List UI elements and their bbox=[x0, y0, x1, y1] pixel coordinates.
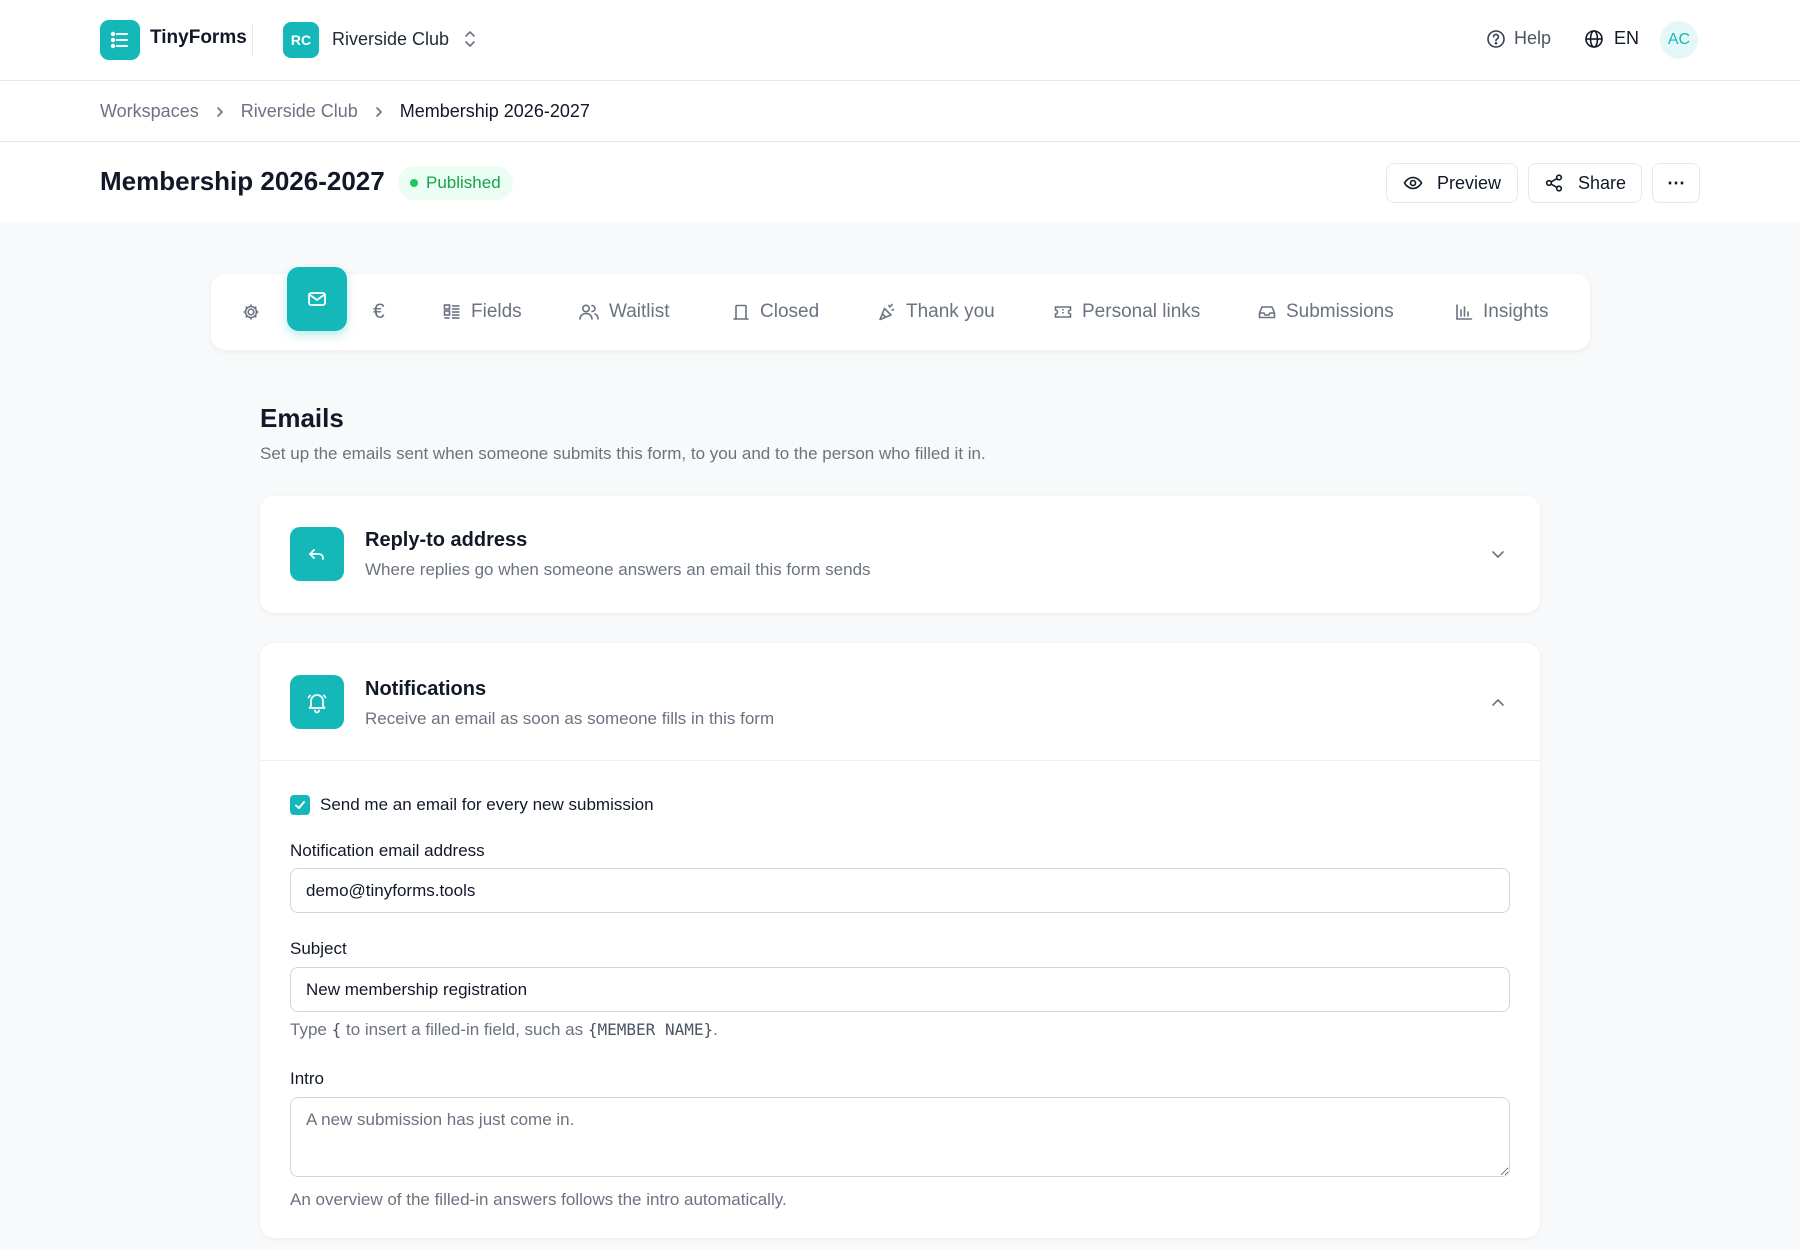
subject-input[interactable]: New membership registration bbox=[290, 967, 1510, 1012]
users-icon bbox=[578, 302, 600, 322]
tab-waitlist[interactable]: Waitlist bbox=[578, 274, 670, 350]
reply-to-card[interactable]: Reply-to address Where replies go when s… bbox=[260, 496, 1540, 613]
brand-name[interactable]: TinyForms bbox=[150, 27, 247, 49]
subject-hint: Type { to insert a filled-in field, such… bbox=[290, 1020, 718, 1040]
ticket-icon bbox=[1053, 302, 1073, 322]
mail-icon bbox=[306, 288, 328, 310]
gear-icon bbox=[241, 302, 261, 322]
fields-icon bbox=[442, 302, 462, 322]
tab-fields[interactable]: Fields bbox=[442, 274, 522, 350]
subject-hint-brace: { bbox=[331, 1020, 342, 1039]
tab-emails[interactable] bbox=[287, 267, 347, 331]
bar-chart-icon bbox=[1454, 302, 1474, 322]
preview-label: Preview bbox=[1436, 172, 1502, 193]
section-description: Set up the emails sent when someone subm… bbox=[260, 444, 986, 463]
intro-hint: An overview of the filled-in answers fol… bbox=[290, 1190, 787, 1209]
more-icon: ⋯ bbox=[1667, 172, 1685, 193]
form-tabs: € Fields Waitlist Closed Thank you Perso… bbox=[211, 267, 1590, 350]
chevron-right-icon bbox=[215, 105, 225, 119]
chevron-down-icon[interactable] bbox=[1488, 544, 1508, 564]
card-divider bbox=[260, 760, 1540, 761]
status-badge: Published bbox=[398, 166, 513, 200]
language-label: EN bbox=[1614, 28, 1640, 48]
closed-icon bbox=[731, 302, 751, 322]
chevron-up-icon[interactable] bbox=[1488, 692, 1508, 712]
title-bar: Membership 2026-2027 Published Preview S… bbox=[0, 142, 1800, 222]
tab-personal-links-label: Personal links bbox=[1082, 301, 1201, 322]
subject-hint-code: {MEMBER NAME} bbox=[587, 1020, 714, 1039]
tab-submissions-label: Submissions bbox=[1286, 301, 1394, 322]
help-link[interactable]: Help bbox=[1486, 28, 1551, 49]
reply-to-description: Where replies go when someone answers an… bbox=[365, 560, 871, 579]
status-dot-icon bbox=[410, 179, 418, 187]
globe-icon bbox=[1584, 29, 1604, 49]
bell-icon bbox=[290, 675, 344, 729]
inbox-icon bbox=[1257, 302, 1277, 322]
user-avatar[interactable]: AC bbox=[1660, 21, 1698, 59]
reply-to-title: Reply-to address bbox=[365, 529, 528, 551]
notifications-title: Notifications bbox=[365, 678, 487, 700]
check-icon bbox=[295, 801, 305, 809]
notifications-description: Receive an email as soon as someone fill… bbox=[365, 709, 775, 728]
language-switcher[interactable]: EN bbox=[1584, 28, 1639, 49]
euro-icon: € bbox=[373, 300, 385, 323]
more-options-button[interactable]: ⋯ bbox=[1652, 163, 1700, 203]
tab-closed-label: Closed bbox=[760, 301, 820, 322]
tab-thank-you[interactable]: Thank you bbox=[877, 274, 995, 350]
intro-textarea[interactable] bbox=[290, 1097, 1510, 1177]
preview-button[interactable]: Preview bbox=[1386, 163, 1518, 203]
logo-icon[interactable] bbox=[100, 20, 140, 60]
tab-submissions[interactable]: Submissions bbox=[1257, 274, 1394, 350]
question-circle-icon bbox=[1486, 29, 1506, 49]
breadcrumb-current: Membership 2026-2027 bbox=[399, 101, 590, 121]
share-button[interactable]: Share bbox=[1528, 163, 1642, 203]
notifications-card: Notifications Receive an email as soon a… bbox=[260, 643, 1540, 1238]
tab-waitlist-label: Waitlist bbox=[609, 301, 670, 322]
breadcrumb-workspaces[interactable]: Workspaces bbox=[100, 101, 199, 122]
top-bar: TinyForms RC Riverside Club Help EN AC bbox=[0, 0, 1800, 81]
email-field-label: Notification email address bbox=[290, 841, 485, 860]
tab-thank-you-label: Thank you bbox=[906, 301, 995, 322]
notify-checkbox-label[interactable]: Send me an email for every new submissio… bbox=[320, 795, 654, 815]
tab-fields-label: Fields bbox=[471, 301, 522, 322]
notification-email-input[interactable]: demo@tinyforms.tools bbox=[290, 868, 1510, 913]
breadcrumb-workspace[interactable]: Riverside Club bbox=[241, 101, 358, 122]
tab-payments[interactable]: € bbox=[373, 274, 385, 350]
chevron-up-down-icon[interactable] bbox=[462, 29, 478, 49]
workspace-badge[interactable]: RC bbox=[283, 22, 319, 58]
notify-checkbox[interactable] bbox=[290, 795, 310, 815]
workspace-switcher-label[interactable]: Riverside Club bbox=[332, 29, 449, 50]
status-label: Published bbox=[426, 173, 501, 192]
subject-field-label: Subject bbox=[290, 939, 347, 958]
subject-hint-mid: to insert a filled-in field, such as bbox=[345, 1020, 584, 1039]
breadcrumb: Workspaces Riverside Club Membership 202… bbox=[100, 101, 590, 122]
tab-closed[interactable]: Closed bbox=[731, 274, 819, 350]
subject-hint-post: . bbox=[713, 1020, 718, 1039]
page-title: Membership 2026-2027 bbox=[100, 166, 385, 196]
breadcrumb-bar: Workspaces Riverside Club Membership 202… bbox=[0, 81, 1800, 142]
help-label: Help bbox=[1514, 28, 1552, 48]
subject-hint-pre: Type bbox=[290, 1020, 327, 1039]
party-icon bbox=[877, 302, 897, 322]
topbar-divider bbox=[252, 24, 253, 56]
tab-insights[interactable]: Insights bbox=[1454, 274, 1548, 350]
section-title: Emails bbox=[260, 403, 344, 433]
intro-field-label: Intro bbox=[290, 1069, 325, 1088]
tab-personal-links[interactable]: Personal links bbox=[1053, 274, 1200, 350]
tab-insights-label: Insights bbox=[1483, 301, 1549, 322]
chevron-right-icon bbox=[374, 105, 384, 119]
share-label: Share bbox=[1577, 172, 1627, 193]
share-icon bbox=[1544, 173, 1564, 193]
reply-icon bbox=[290, 527, 344, 581]
eye-icon bbox=[1403, 173, 1423, 193]
tab-settings[interactable] bbox=[241, 274, 261, 350]
